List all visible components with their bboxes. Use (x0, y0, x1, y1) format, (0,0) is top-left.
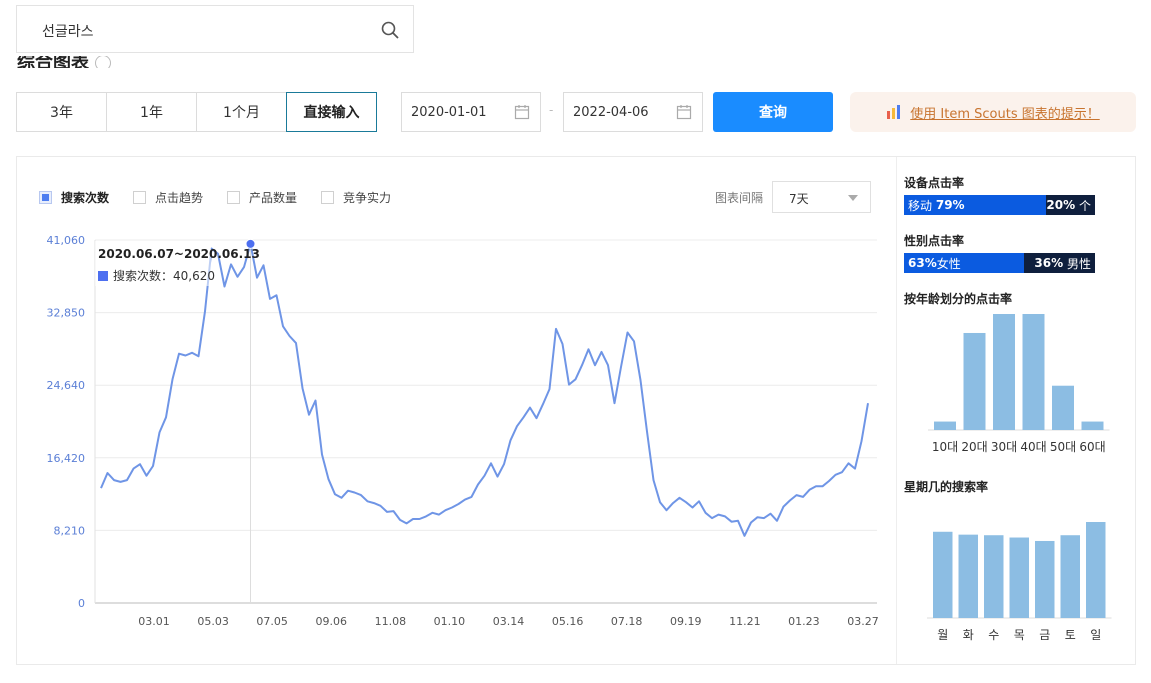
tooltip-value: 40,620 (173, 268, 216, 283)
x-tick-label: 03.14 (493, 615, 525, 628)
male-pct: 36% (1034, 256, 1064, 270)
bar-category-label: 월 (937, 628, 948, 642)
mobile-pct: 79% (935, 198, 965, 212)
pc-pct: 20% (1046, 198, 1076, 212)
x-tick-label: 09.19 (670, 615, 702, 628)
bar-20대 (963, 332, 986, 430)
x-tick-label: 01.23 (788, 615, 820, 628)
calendar-icon[interactable] (676, 104, 692, 120)
tooltip-title: 2020.06.07~2020.06.13 (98, 247, 260, 261)
x-tick-label: 07.18 (611, 615, 643, 628)
weekday-title: 星期几的搜索率 (904, 480, 989, 494)
calendar-icon[interactable] (514, 104, 530, 120)
x-tick-label: 07.05 (256, 615, 288, 628)
period-tabs: 3年 1年 1个月 直接输入 (16, 92, 377, 132)
x-tick-label: 05.03 (197, 615, 229, 628)
search-input[interactable]: 선글라스 (42, 21, 94, 41)
x-tick-label: 03.27 (847, 615, 879, 628)
bar-category-label: 금 (1039, 628, 1050, 642)
tooltip-row: 搜索次数： 40,620 (98, 267, 215, 284)
series-line-search[interactable] (100, 242, 869, 537)
x-tick-label: 11.08 (375, 615, 407, 628)
x-tick-label: 03.01 (138, 615, 170, 628)
male-segment: 36% 男性 (1024, 253, 1095, 273)
bar-10대 (934, 421, 956, 430)
query-button[interactable]: 查询 (713, 92, 833, 132)
y-tick-label: 8,210 (54, 524, 86, 537)
bar-목 (1009, 537, 1029, 618)
section-title: 综合图表 (17, 56, 137, 68)
bar-50대 (1052, 385, 1074, 430)
bar-토 (1060, 535, 1080, 618)
panel-divider (896, 157, 897, 664)
male-label: 男性 (1066, 256, 1091, 271)
bar-category-label: 10대 (932, 440, 958, 454)
gender-bar: 63% 女性 36% 男性 (904, 253, 1095, 273)
weekday-bar-chart: 월 화수 목금 토일 (927, 522, 1112, 642)
bar-category-label: 20대 (961, 440, 987, 454)
section-title-text: 综合图表 (17, 56, 89, 68)
date-to-value: 2022-04-06 (573, 105, 649, 120)
bar-category-label: 수 (988, 628, 999, 642)
date-to-field[interactable]: 2022-04-06 (563, 92, 703, 132)
y-tick-label: 16,420 (47, 452, 86, 465)
x-tick-label: 01.10 (434, 615, 466, 628)
female-segment: 63% 女性 (904, 253, 1025, 273)
search-icon[interactable] (381, 21, 399, 39)
device-bar: 移动 79% 20% 个 (904, 195, 1095, 215)
bar-수 (984, 535, 1004, 618)
bar-금 (1035, 540, 1055, 618)
date-separator: - (549, 103, 554, 117)
x-tick-label: 09.06 (316, 615, 348, 628)
device-title: 设备点击率 (904, 176, 965, 190)
bar-category-label: 목 (1014, 628, 1025, 642)
bar-category-label: 50대 (1050, 440, 1076, 454)
period-tab-0[interactable]: 3年 (16, 92, 107, 132)
bar-category-label: 일 (1090, 628, 1101, 642)
pc-label: 个 (1078, 198, 1091, 213)
date-from-field[interactable]: 2020-01-01 (401, 92, 541, 132)
gender-title: 性别点击率 (904, 234, 965, 248)
help-icon[interactable] (95, 56, 111, 68)
bar-category-label: 60대 (1079, 440, 1105, 454)
x-tick-label: 05.16 (552, 615, 584, 628)
bar-30대 (993, 314, 1015, 430)
tooltip-series: 搜索次数 (113, 269, 162, 283)
chart-tips-link[interactable]: 使用 Item Scouts 图表的提示！ (850, 92, 1136, 132)
search-box[interactable]: 선글라스 (16, 5, 414, 53)
age-bar-chart: 10대 20대 30대 40대 50대 60대 (928, 314, 1110, 454)
y-tick-label: 41,060 (47, 234, 86, 247)
bar-category-label: 토 (1065, 628, 1076, 642)
y-tick-label: 0 (78, 597, 85, 610)
pc-segment: 20% 个 (1046, 195, 1095, 215)
bar-일 (1086, 522, 1106, 618)
date-from-value: 2020-01-01 (411, 105, 487, 120)
y-tick-label: 24,640 (47, 379, 86, 392)
x-tick-label: 11.21 (729, 615, 761, 628)
tips-text: 使用 Item Scouts 图表的提示！ (910, 106, 1100, 122)
bar-category-label: 30대 (991, 440, 1017, 454)
tooltip-colon: ： (161, 269, 174, 283)
period-tab-1[interactable]: 1年 (106, 92, 197, 132)
mobile-label: 移动 (908, 198, 933, 213)
period-tab-2[interactable]: 1个月 (196, 92, 287, 132)
mobile-segment: 移动 79% (904, 195, 1047, 215)
bar-chart-icon (887, 105, 901, 119)
bar-화 (958, 534, 978, 618)
female-pct: 63% (908, 256, 937, 270)
female-label: 女性 (936, 256, 961, 271)
bar-월 (933, 531, 953, 618)
bar-60대 (1081, 421, 1104, 430)
y-tick-label: 32,850 (47, 307, 86, 320)
bar-40대 (1022, 314, 1045, 430)
tooltip-swatch (98, 270, 108, 281)
search-trend-chart[interactable]: 41,060 32,850 24,640 16,420 8,210 0 03.01 05.03… (17, 157, 895, 664)
bar-category-label: 화 (963, 628, 974, 642)
bar-category-label: 40대 (1020, 440, 1046, 454)
period-tab-3[interactable]: 直接输入 (286, 92, 377, 132)
